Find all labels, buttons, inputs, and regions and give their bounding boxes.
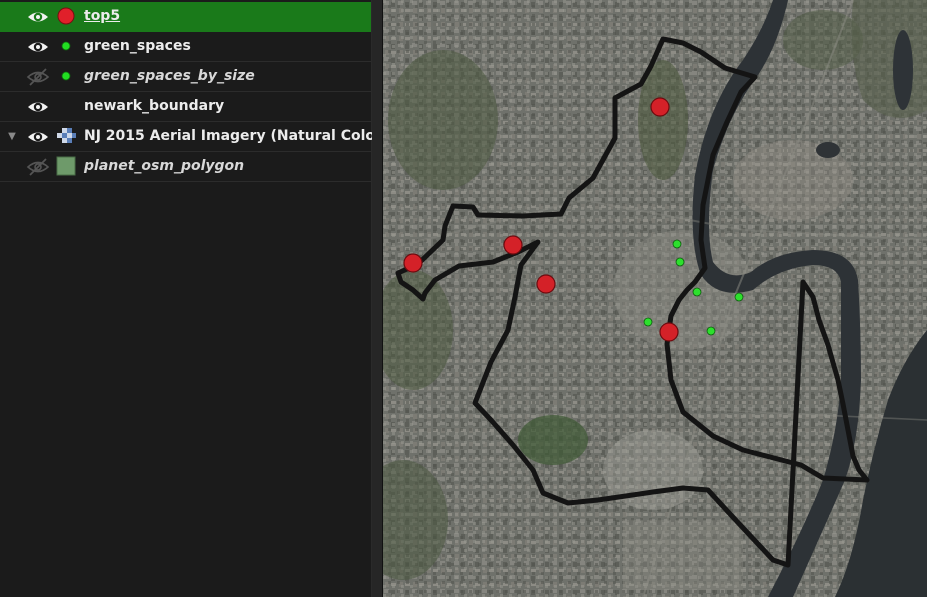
layer-label-newark-boundary: newark_boundary — [84, 98, 225, 114]
green-space-point[interactable] — [692, 287, 702, 297]
green-space-point[interactable] — [643, 317, 653, 327]
layer-label-green-spaces: green_spaces — [84, 38, 191, 54]
top5-point[interactable] — [536, 274, 556, 294]
layer-row-green-spaces[interactable]: green_spaces — [0, 32, 371, 62]
eye-icon[interactable] — [26, 7, 50, 27]
collapse-arrow-icon[interactable]: ▼ — [5, 122, 19, 151]
red-circle-icon — [57, 7, 75, 25]
eye-icon[interactable] — [26, 37, 50, 57]
layer-row-planet-osm-polygon[interactable]: planet_osm_polygon — [0, 152, 371, 182]
layer-label-green-spaces-by-size: green_spaces_by_size — [84, 68, 255, 84]
top5-point[interactable] — [403, 253, 423, 273]
polygon-fill-icon — [56, 156, 76, 176]
eye-hidden-icon[interactable] — [26, 67, 50, 87]
aerial-imagery-layer — [383, 0, 927, 597]
green-space-point[interactable] — [706, 326, 716, 336]
eye-hidden-icon[interactable] — [26, 157, 50, 177]
map-canvas[interactable] — [383, 0, 927, 597]
green-dot-icon — [61, 71, 71, 81]
green-dot-icon — [61, 41, 71, 51]
layer-label-planet-osm-polygon: planet_osm_polygon — [84, 158, 245, 174]
eye-icon[interactable] — [26, 97, 50, 117]
layer-label-top5: top5 — [84, 8, 121, 24]
eye-icon[interactable] — [26, 127, 50, 147]
layer-row-top5[interactable]: top5 — [0, 2, 371, 32]
top5-point[interactable] — [503, 235, 523, 255]
raster-icon — [57, 128, 76, 143]
layer-row-green-spaces-by-size[interactable]: green_spaces_by_size — [0, 62, 371, 92]
layer-row-newark-boundary[interactable]: newark_boundary — [0, 92, 371, 122]
green-space-point[interactable] — [672, 239, 682, 249]
green-space-point[interactable] — [675, 257, 685, 267]
panel-splitter[interactable] — [372, 0, 383, 597]
top5-point[interactable] — [659, 322, 679, 342]
top5-point[interactable] — [650, 97, 670, 117]
layer-label-nj-aerial-imagery: NJ 2015 Aerial Imagery (Natural Color) — [84, 128, 389, 144]
green-space-point[interactable] — [734, 292, 744, 302]
layers-panel: top5 green_spaces green_spaces_by_size n… — [0, 0, 388, 597]
layer-row-nj-aerial-imagery[interactable]: ▼ NJ 2015 Aerial Imagery (Natural Color) — [0, 122, 388, 152]
